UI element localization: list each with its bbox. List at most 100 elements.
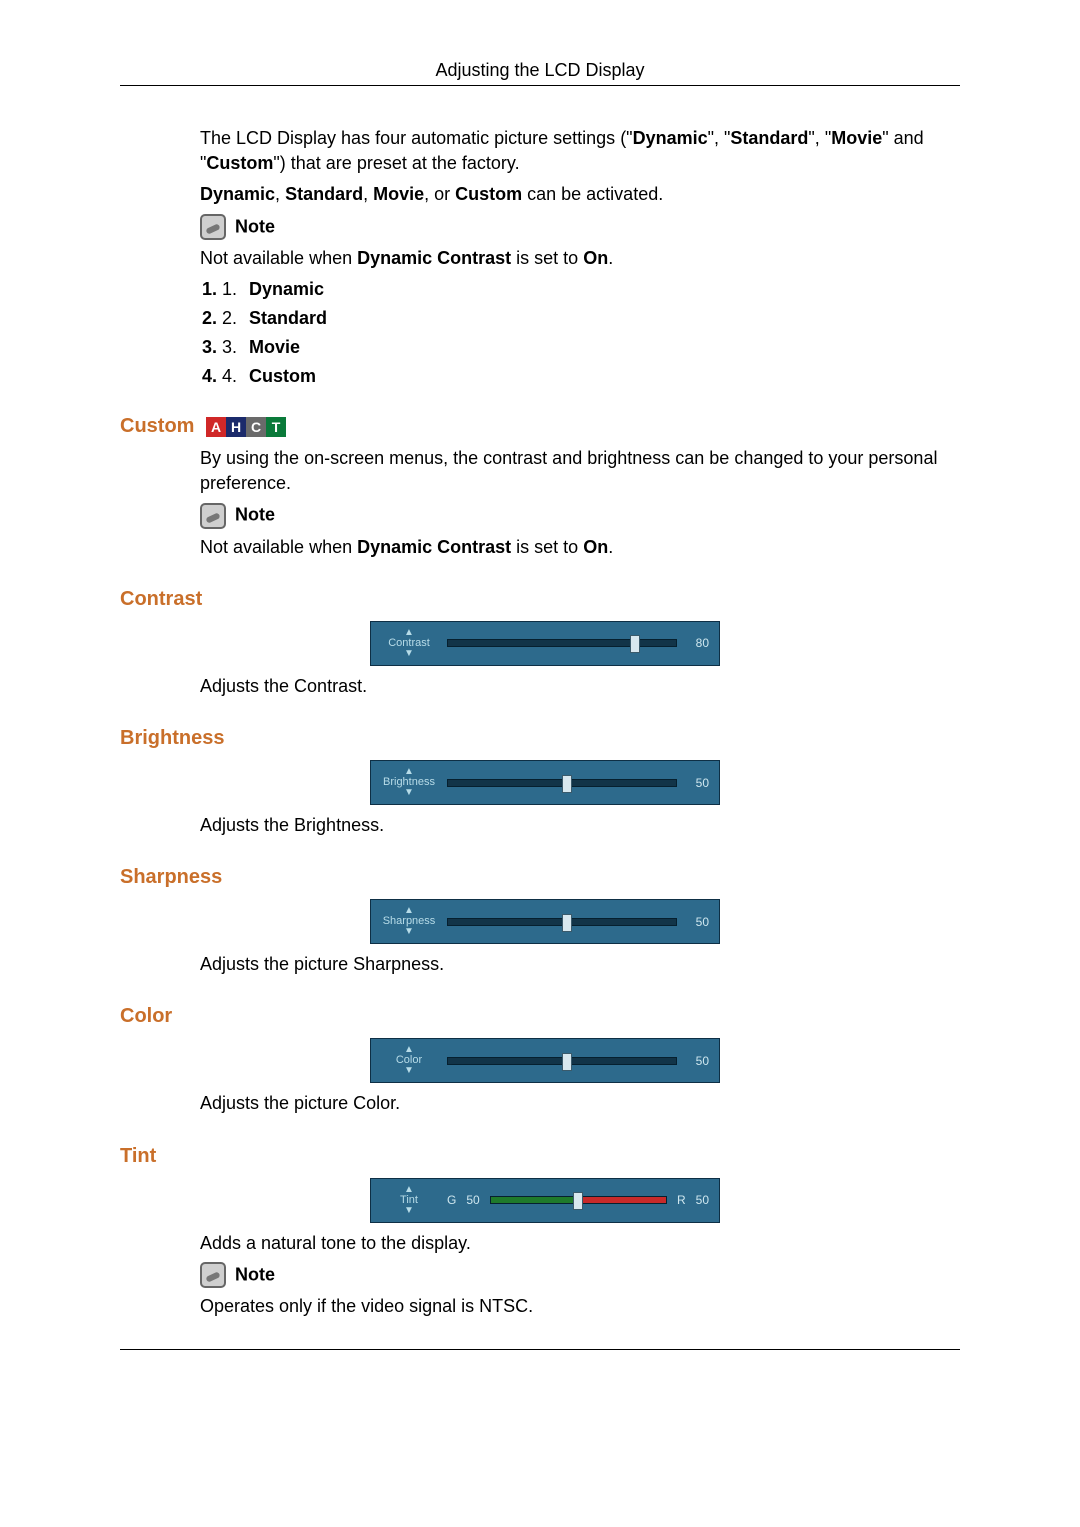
footer-rule [120,1349,960,1350]
note-icon [200,503,226,529]
text-bold: Dynamic [200,184,275,204]
heading-contrast: Contrast [120,588,960,611]
heading-sharpness: Sharpness [120,866,960,889]
list-number: 1. [222,279,237,299]
tint-g-value: 50 [466,1193,479,1207]
mode-list: 1. Dynamic 2. Standard 3. Movie 4. Custom [222,279,960,387]
list-label: Dynamic [249,279,324,299]
slider-track[interactable] [447,779,677,787]
intro-paragraph-1: The LCD Display has four automatic pictu… [200,126,960,176]
text-bold: Standard [730,128,808,148]
slider-track[interactable] [447,639,677,647]
tint-r-value: 50 [696,1193,709,1207]
text: The LCD Display has four automatic pictu… [200,128,633,148]
tint-r-label: R [677,1193,686,1207]
slider-thumb[interactable] [562,1053,572,1071]
text-bold: Custom [206,153,273,173]
arrow-down-icon: ▼ [404,1066,414,1076]
badge-c-icon: C [246,417,266,437]
heading-color: Color [120,1005,960,1028]
arrow-down-icon: ▼ [404,1206,414,1216]
text: Not available when [200,248,357,268]
list-label: Standard [249,308,327,328]
text-bold: Dynamic Contrast [357,248,511,268]
slider-label-col: ▲ Contrast ▼ [381,628,437,659]
slider-track[interactable] [447,918,677,926]
note-icon [200,1262,226,1288]
page-header: Adjusting the LCD Display [120,60,960,86]
text: . [608,248,613,268]
badge-h-icon: H [226,417,246,437]
note-label: Note [235,505,275,525]
contrast-slider[interactable]: ▲ Contrast ▼ 80 [370,621,720,666]
text-bold: Movie [373,184,424,204]
mode-item-custom: 4. Custom [222,366,960,387]
text: , [275,184,285,204]
badge-t-icon: T [266,417,286,437]
slider-value: 80 [687,636,709,650]
note-label: Note [235,1264,275,1284]
heading-brightness: Brightness [120,727,960,750]
list-number: 4. [222,366,237,386]
tint-g-label: G [447,1193,456,1207]
slider-value: 50 [687,776,709,790]
tint-slider[interactable]: ▲ Tint ▼ G 50 R 50 [370,1178,720,1223]
text: ") that are preset at the factory. [273,153,519,173]
slider-label-col: ▲ Tint ▼ [381,1185,437,1216]
text: , or [424,184,455,204]
list-number: 2. [222,308,237,328]
text: . [608,537,613,557]
contrast-desc: Adjusts the Contrast. [200,674,960,699]
list-label: Movie [249,337,300,357]
slider-label-col: ▲ Sharpness ▼ [381,906,437,937]
text-bold: On [583,537,608,557]
arrow-down-icon: ▼ [404,788,414,798]
note-text: Not available when Dynamic Contrast is s… [200,246,960,271]
slider-label-col: ▲ Brightness ▼ [381,767,437,798]
text: Not available when [200,537,357,557]
slider-thumb[interactable] [630,635,640,653]
tint-desc: Adds a natural tone to the display. [200,1231,960,1256]
arrow-down-icon: ▼ [404,927,414,937]
text: , [363,184,373,204]
text-bold: Movie [831,128,882,148]
input-source-badges: A H C T [206,417,286,437]
arrow-down-icon: ▼ [404,649,414,659]
custom-desc: By using the on-screen menus, the contra… [200,446,960,496]
text: is set to [511,248,583,268]
note-line: Note [200,1262,960,1288]
text-bold: Dynamic [633,128,708,148]
heading-tint: Tint [120,1145,960,1168]
slider-value: 50 [687,1054,709,1068]
slider-track[interactable] [447,1057,677,1065]
text-bold: Standard [285,184,363,204]
list-number: 3. [222,337,237,357]
heading-custom: Custom A H C T [120,415,960,438]
mode-item-dynamic: 1. Dynamic [222,279,960,300]
text-bold: Dynamic Contrast [357,537,511,557]
mode-item-standard: 2. Standard [222,308,960,329]
list-label: Custom [249,366,316,386]
slider-label: Tint [400,1195,418,1206]
brightness-desc: Adjusts the Brightness. [200,813,960,838]
text-bold: Custom [455,184,522,204]
slider-value: 50 [687,915,709,929]
note-line: Note [200,214,960,240]
note-label: Note [235,216,275,236]
badge-a-icon: A [206,417,226,437]
slider-label-col: ▲ Color ▼ [381,1045,437,1076]
sharpness-slider[interactable]: ▲ Sharpness ▼ 50 [370,899,720,944]
text: can be activated. [522,184,663,204]
note-icon [200,214,226,240]
tint-track[interactable] [490,1196,667,1204]
color-desc: Adjusts the picture Color. [200,1091,960,1116]
slider-thumb[interactable] [562,775,572,793]
heading-text: Custom [120,415,194,437]
brightness-slider[interactable]: ▲ Brightness ▼ 50 [370,760,720,805]
intro-paragraph-2: Dynamic, Standard, Movie, or Custom can … [200,182,960,207]
text: ", " [708,128,731,148]
text: is set to [511,537,583,557]
slider-thumb[interactable] [573,1192,583,1210]
slider-thumb[interactable] [562,914,572,932]
color-slider[interactable]: ▲ Color ▼ 50 [370,1038,720,1083]
